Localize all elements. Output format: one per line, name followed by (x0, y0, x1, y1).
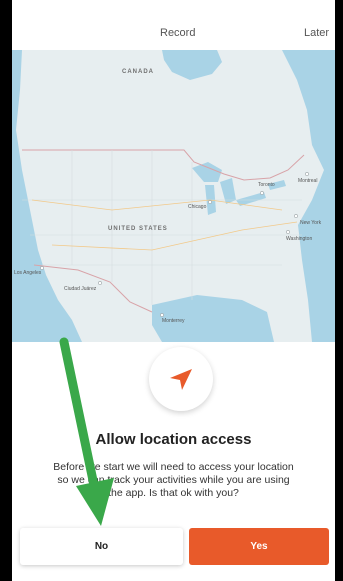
dialog-body: Before we start we will need to access y… (12, 461, 335, 500)
city-montreal: Montreal (298, 178, 318, 184)
map-view: CANADA UNITED STATES Chicago Toronto New… (12, 50, 335, 342)
yes-button[interactable]: Yes (189, 528, 329, 565)
city-chicago: Chicago (188, 204, 207, 210)
top-bar: Record Later (12, 0, 335, 50)
tab-later[interactable]: Later (304, 27, 329, 39)
body-line-3: the app. Is that ok with you? (108, 487, 239, 499)
city-new-york: New York (300, 220, 322, 226)
location-arrow-icon (170, 369, 192, 390)
city-ciudad-juarez: Ciudad Juárez (64, 286, 97, 292)
location-icon-badge (149, 347, 213, 411)
map-graphic (12, 50, 335, 342)
city-los-angeles: Los Angeles (14, 270, 42, 276)
body-line-2: so we can track your activities while yo… (57, 474, 290, 486)
no-button[interactable]: No (20, 528, 183, 565)
city-toronto: Toronto (258, 182, 275, 188)
permission-screen: Record Later CANADA UNITED STATES Chicag… (12, 0, 335, 581)
city-washington: Washington (286, 236, 313, 242)
body-line-1: Before we start we will need to access y… (53, 461, 294, 473)
tab-record[interactable]: Record (160, 27, 195, 39)
map-label-us: UNITED STATES (108, 226, 168, 232)
city-monterrey: Monterrey (162, 318, 185, 324)
map-label-canada: CANADA (122, 69, 154, 75)
dialog-title: Allow location access (95, 431, 252, 448)
